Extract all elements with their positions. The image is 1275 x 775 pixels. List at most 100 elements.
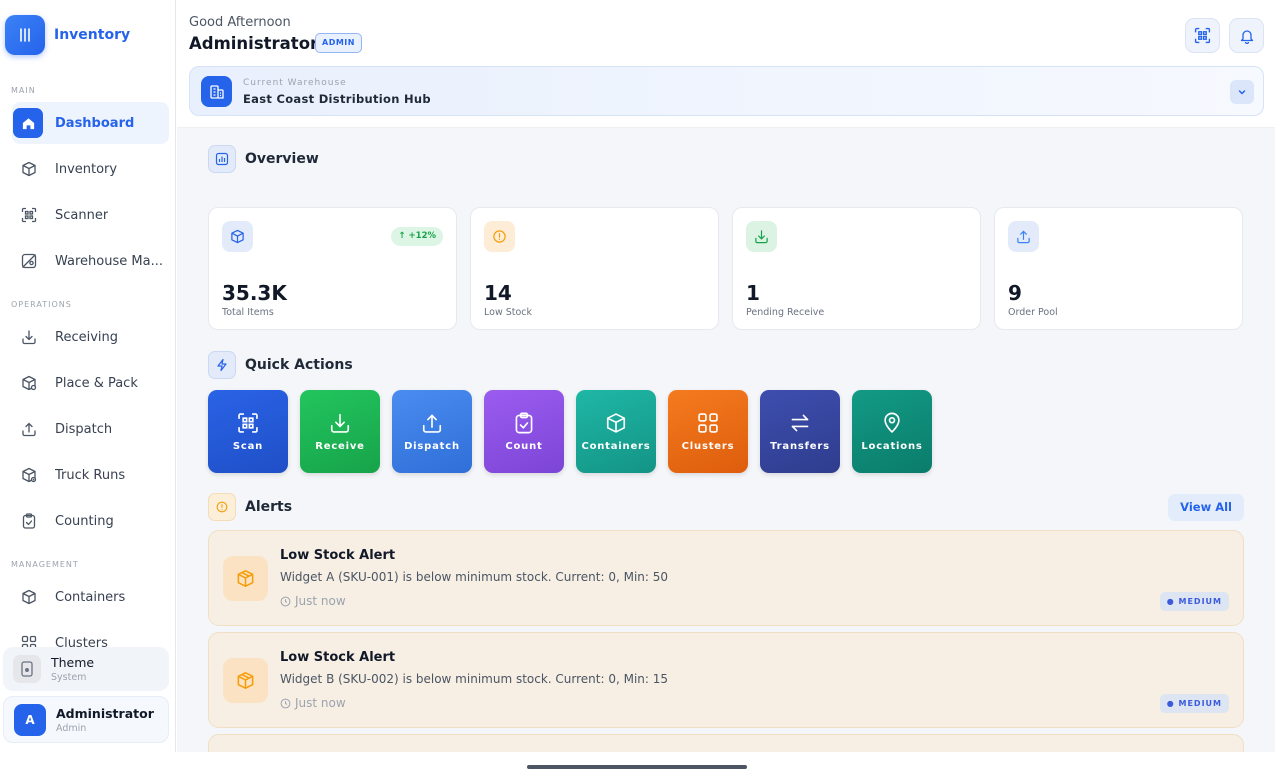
brand[interactable]: Inventory	[5, 15, 130, 55]
sidebar-item-label: Place & Pack	[55, 375, 138, 391]
severity-text: MEDIUM	[1178, 699, 1222, 708]
trend-badge: ↑ +12%	[391, 227, 443, 246]
scan-icon	[238, 412, 258, 433]
stat-label: Low Stock	[484, 307, 533, 318]
avatar: A	[14, 703, 46, 736]
sidebar-item-inventory[interactable]: Inventory	[12, 148, 169, 190]
package-icon	[223, 556, 268, 601]
sidebar-item-dispatch[interactable]: Dispatch	[12, 408, 169, 450]
stat-label: Total Items	[222, 307, 274, 318]
stat-card-order-pool[interactable]: 9 Order Pool	[994, 207, 1243, 330]
sidebar-item-counting[interactable]: Counting	[12, 500, 169, 542]
alerts-title: Alerts	[245, 499, 293, 515]
section-label-management: MANAGEMENT	[11, 560, 79, 569]
quick-actions-title: Quick Actions	[245, 357, 353, 373]
quick-action-label: Scan	[232, 440, 264, 452]
quick-action-transfers[interactable]: Transfers	[760, 390, 840, 473]
quick-action-containers[interactable]: Containers	[576, 390, 656, 473]
sidebar-item-dashboard[interactable]: Dashboard	[12, 102, 169, 144]
sidebar-item-place-pack[interactable]: Place & Pack	[12, 362, 169, 404]
greeting: Good Afternoon	[189, 15, 291, 30]
sidebar-item-label: Scanner	[55, 207, 109, 223]
transfer-icon	[791, 414, 809, 431]
alert-item[interactable]: Low Stock Alert Widget B (SKU-002) is be…	[208, 632, 1244, 728]
alert-item[interactable]: Low Stock Alert Widget A (SKU-001) is be…	[208, 530, 1244, 626]
sidebar-item-label: Receiving	[55, 329, 119, 345]
sidebar-item-label: Warehouse Ma...	[55, 253, 163, 269]
warehouse-label: Current Warehouse	[243, 78, 347, 88]
stat-card-total-items[interactable]: ↑ +12% 35.3K Total Items	[208, 207, 457, 330]
trend-value: +12%	[408, 231, 436, 241]
stat-card-low-stock[interactable]: 14 Low Stock	[470, 207, 719, 330]
notifications-button[interactable]	[1229, 18, 1264, 53]
quick-action-receive[interactable]: Receive	[300, 390, 380, 473]
stat-label: Pending Receive	[746, 307, 825, 318]
alert-circle-icon	[484, 221, 515, 252]
package-icon	[223, 658, 268, 703]
truck-box-icon	[20, 466, 38, 484]
upload-icon	[1008, 221, 1039, 252]
quick-action-label: Dispatch	[404, 440, 460, 452]
alert-time: Just now	[280, 696, 346, 710]
stat-value: 1	[746, 281, 760, 305]
sidebar-item-label: Inventory	[55, 161, 118, 177]
quick-action-label: Clusters	[681, 440, 735, 452]
map-icon	[20, 252, 38, 270]
quick-action-dispatch[interactable]: Dispatch	[392, 390, 472, 473]
package-icon	[20, 374, 38, 392]
section-label-operations: OPERATIONS	[11, 300, 72, 309]
clock-icon	[280, 596, 291, 606]
sidebar-item-label: Dashboard	[55, 115, 135, 131]
quick-action-count[interactable]: Count	[484, 390, 564, 473]
home-icon	[13, 108, 43, 138]
user-profile[interactable]: A Administrator Admin	[3, 696, 169, 743]
brand-title: Inventory	[54, 27, 131, 43]
theme-toggle[interactable]: Theme System	[3, 647, 169, 691]
quick-action-clusters[interactable]: Clusters	[668, 390, 748, 473]
quick-action-locations[interactable]: Locations	[852, 390, 932, 473]
sidebar-item-scanner[interactable]: Scanner	[12, 194, 169, 236]
stat-value: 9	[1008, 281, 1022, 305]
warehouse-selector[interactable]: Current Warehouse East Coast Distributio…	[189, 66, 1264, 116]
alert-time-text: Just now	[295, 594, 346, 608]
alerts-header: Alerts	[208, 493, 292, 521]
clipboard-icon	[515, 412, 533, 433]
sidebar-item-warehouse-map[interactable]: Warehouse Ma...	[12, 240, 169, 282]
menu-icon[interactable]	[5, 15, 45, 55]
chart-icon	[208, 145, 236, 173]
warehouse-value: East Coast Distribution Hub	[243, 92, 431, 106]
quick-actions-header: Quick Actions	[208, 351, 353, 379]
role-badge: ADMIN	[315, 33, 362, 53]
alert-message: Widget A (SKU-001) is below minimum stoc…	[280, 570, 669, 584]
quick-action-label: Count	[505, 440, 543, 452]
download-icon	[746, 221, 777, 252]
view-all-button[interactable]: View All	[1168, 494, 1244, 521]
sidebar-item-truck-runs[interactable]: Truck Runs	[12, 454, 169, 496]
overview-title: Overview	[245, 151, 319, 167]
scan-button[interactable]	[1185, 18, 1220, 53]
alert-message: Widget B (SKU-002) is below minimum stoc…	[280, 672, 669, 686]
user-role: Admin	[56, 722, 87, 734]
user-name: Administrator	[56, 705, 154, 721]
building-icon	[201, 76, 232, 107]
box-icon	[20, 160, 38, 178]
alert-time-text: Just now	[295, 696, 346, 710]
sidebar-item-containers[interactable]: Containers	[12, 576, 169, 618]
bell-icon	[1240, 29, 1253, 44]
theme-value: System	[51, 672, 87, 683]
severity-badge: ● MEDIUM	[1159, 694, 1229, 713]
location-pin-icon	[884, 412, 900, 433]
chevron-down-icon[interactable]	[1230, 80, 1254, 104]
upload-icon	[20, 420, 38, 438]
stat-value: 35.3K	[222, 281, 287, 305]
device-icon	[13, 655, 41, 683]
quick-action-label: Locations	[861, 440, 923, 452]
sidebar-item-receiving[interactable]: Receiving	[12, 316, 169, 358]
scan-icon	[1194, 27, 1211, 44]
clock-icon	[280, 698, 291, 708]
alert-item-partial[interactable]	[208, 734, 1244, 752]
stat-label: Order Pool	[1008, 307, 1058, 318]
quick-action-scan[interactable]: Scan	[208, 390, 288, 473]
stat-card-pending-receive[interactable]: 1 Pending Receive	[732, 207, 981, 330]
alert-circle-icon	[208, 493, 236, 521]
